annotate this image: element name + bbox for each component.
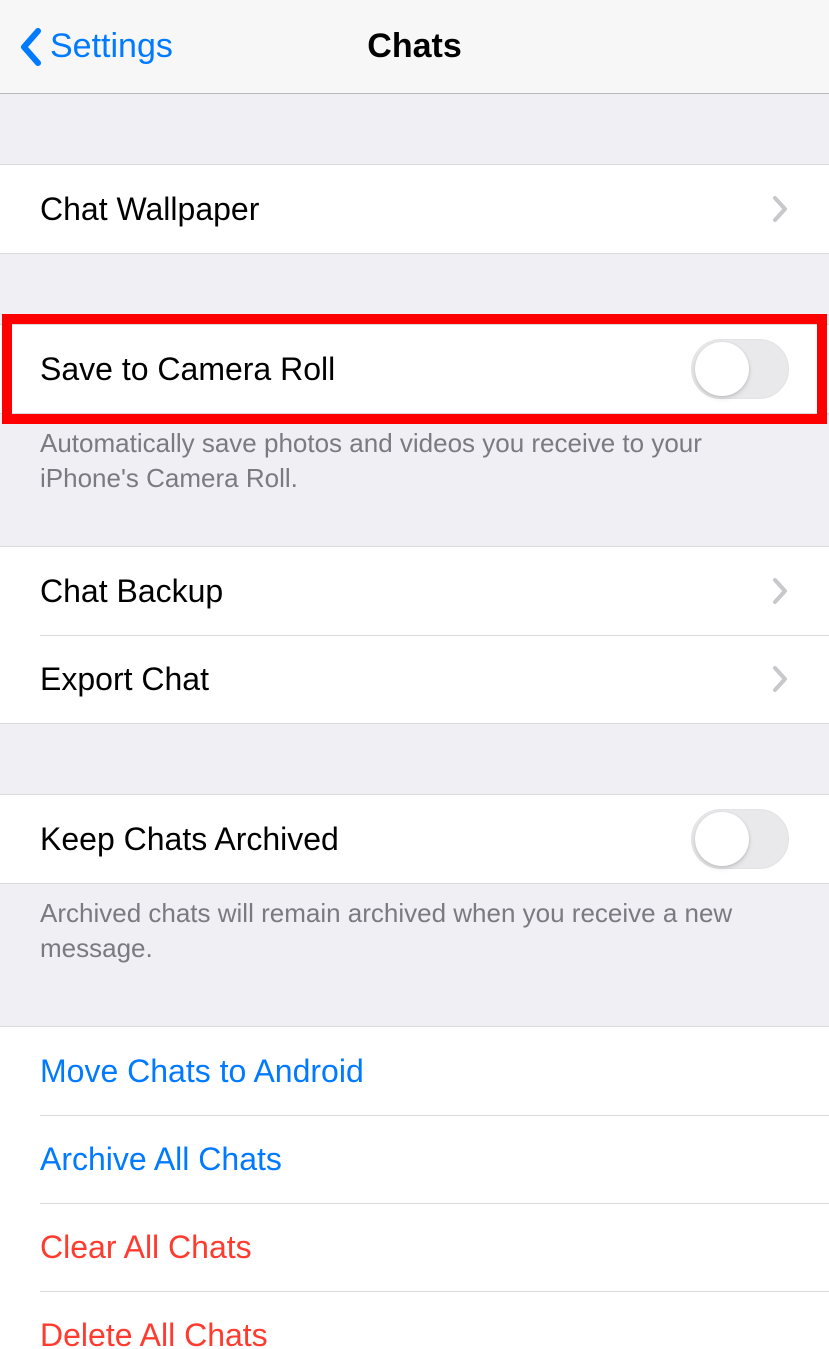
chat-wallpaper-label: Chat Wallpaper	[40, 191, 771, 228]
chevron-right-icon	[771, 664, 789, 694]
export-chat-label: Export Chat	[40, 661, 771, 698]
section-wallpaper: Chat Wallpaper	[0, 164, 829, 254]
toggle-knob	[695, 812, 749, 866]
move-chats-to-android-row[interactable]: Move Chats to Android	[0, 1027, 829, 1115]
delete-all-chats-row[interactable]: Delete All Chats	[0, 1291, 829, 1349]
save-to-camera-roll-row[interactable]: Save to Camera Roll	[0, 325, 829, 413]
nav-bar: Settings Chats	[0, 0, 829, 94]
section-keep-archived: Keep Chats Archived	[0, 794, 829, 884]
keep-chats-archived-label: Keep Chats Archived	[40, 821, 691, 858]
delete-all-chats-label: Delete All Chats	[40, 1317, 789, 1349]
export-chat-row[interactable]: Export Chat	[0, 635, 829, 723]
section-backup: Chat Backup Export Chat	[0, 546, 829, 724]
save-to-camera-roll-label: Save to Camera Roll	[40, 351, 691, 388]
clear-all-chats-row[interactable]: Clear All Chats	[0, 1203, 829, 1291]
keep-chats-archived-toggle[interactable]	[691, 809, 789, 869]
chevron-left-icon	[18, 27, 42, 67]
chevron-right-icon	[771, 576, 789, 606]
section-actions: Move Chats to Android Archive All Chats …	[0, 1026, 829, 1349]
chat-wallpaper-row[interactable]: Chat Wallpaper	[0, 165, 829, 253]
archive-all-chats-row[interactable]: Archive All Chats	[0, 1115, 829, 1203]
toggle-knob	[695, 342, 749, 396]
camera-roll-footer: Automatically save photos and videos you…	[0, 414, 829, 496]
back-label: Settings	[50, 27, 173, 66]
keep-chats-archived-row[interactable]: Keep Chats Archived	[0, 795, 829, 883]
archive-all-chats-label: Archive All Chats	[40, 1141, 789, 1178]
section-camera-roll: Save to Camera Roll	[0, 324, 829, 414]
chat-backup-row[interactable]: Chat Backup	[0, 547, 829, 635]
chevron-right-icon	[771, 194, 789, 224]
move-chats-to-android-label: Move Chats to Android	[40, 1053, 789, 1090]
back-button[interactable]: Settings	[0, 27, 173, 67]
save-to-camera-roll-toggle[interactable]	[691, 339, 789, 399]
clear-all-chats-label: Clear All Chats	[40, 1229, 789, 1266]
keep-archived-footer: Archived chats will remain archived when…	[0, 884, 829, 966]
chat-backup-label: Chat Backup	[40, 573, 771, 610]
